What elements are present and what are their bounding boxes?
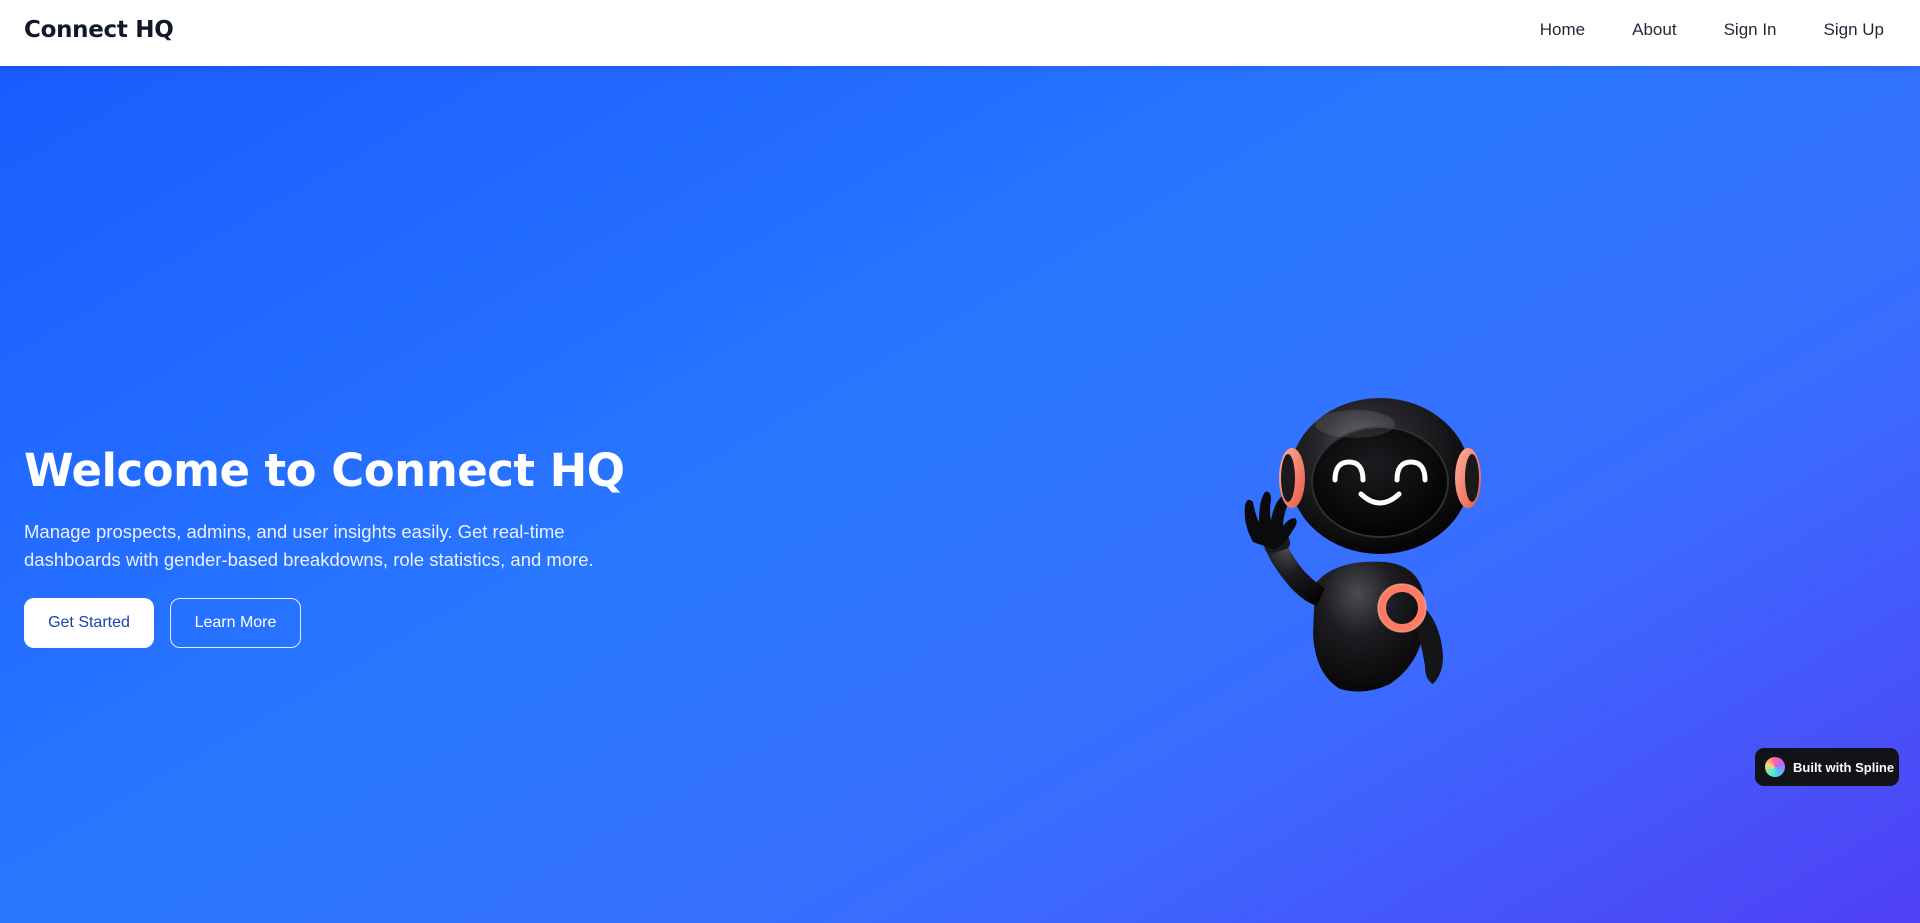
get-started-button[interactable]: Get Started [24, 598, 154, 648]
nav-link-about[interactable]: About [1632, 20, 1676, 40]
built-with-spline-badge[interactable]: Built with Spline [1755, 748, 1899, 786]
hero-title: Welcome to Connect HQ [24, 444, 625, 497]
spline-badge-label: Built with Spline [1793, 759, 1895, 775]
learn-more-button[interactable]: Learn More [170, 598, 301, 648]
navbar: Connect HQ Home About Sign In Sign Up [0, 0, 1920, 66]
nav-link-sign-up[interactable]: Sign Up [1824, 20, 1884, 40]
nav-links: Home About Sign In Sign Up [1540, 20, 1884, 40]
waving-robot-icon[interactable] [1185, 384, 1485, 704]
brand-logo[interactable]: Connect HQ [24, 17, 174, 43]
spline-logo-icon [1765, 757, 1785, 777]
nav-link-home[interactable]: Home [1540, 20, 1585, 40]
hero-subtitle: Manage prospects, admins, and user insig… [24, 521, 594, 570]
nav-link-sign-in[interactable]: Sign In [1724, 20, 1777, 40]
hero-section: Welcome to Connect HQ Manage prospects, … [0, 66, 1920, 923]
